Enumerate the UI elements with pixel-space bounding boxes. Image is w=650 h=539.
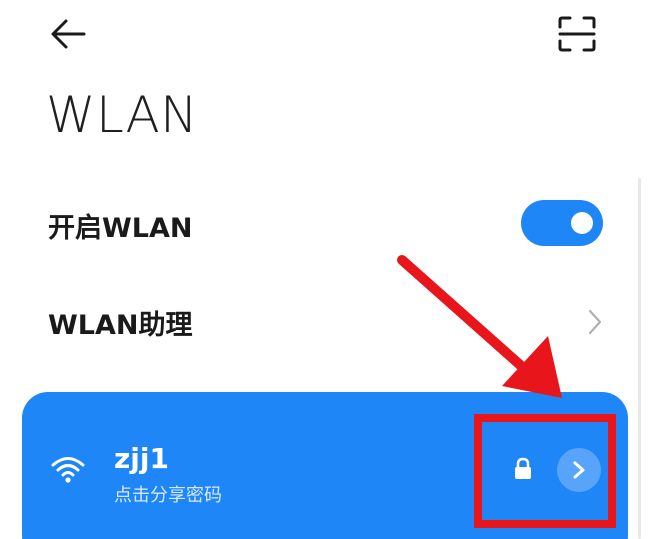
arrow-left-icon	[51, 19, 86, 49]
share-password-hint[interactable]: 点击分享密码	[114, 481, 222, 507]
scan-button[interactable]	[556, 14, 598, 54]
annotation-arrow-icon	[380, 240, 590, 410]
toggle-knob	[571, 212, 593, 234]
wifi-icon	[50, 454, 86, 484]
highlight-box	[474, 414, 616, 528]
scrollbar[interactable]	[638, 178, 641, 539]
network-name: zjj1	[114, 442, 169, 475]
wlan-toggle-label: 开启WLAN	[48, 213, 193, 244]
scan-icon	[558, 16, 596, 52]
page-title: WLAN	[46, 86, 199, 144]
back-button[interactable]	[44, 12, 94, 56]
wlan-assistant-item[interactable]: WLAN助理	[48, 303, 192, 342]
